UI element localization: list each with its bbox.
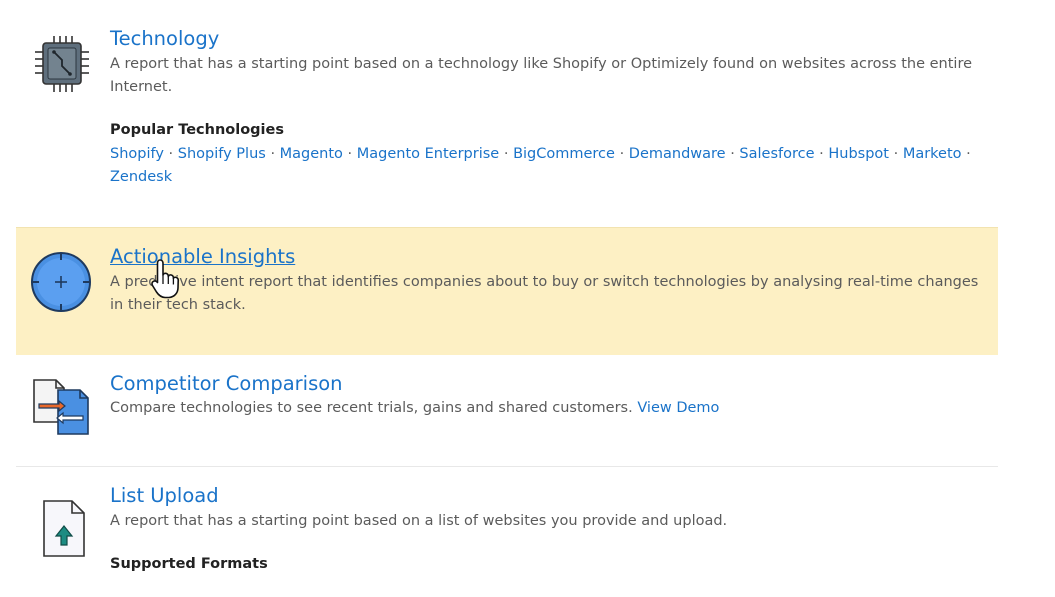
compare-documents-icon — [30, 374, 94, 438]
list-upload-section: List Upload A report that has a starting… — [16, 467, 998, 597]
competitor-comparison-description: Compare technologies to see recent trial… — [110, 397, 990, 420]
tech-link-marketo[interactable]: Marketo — [903, 146, 962, 162]
link-separator: · — [347, 146, 353, 162]
technology-description: A report that has a starting point based… — [110, 56, 973, 95]
tech-link-hubspot[interactable]: Hubspot — [828, 146, 889, 162]
technology-section: Technology A report that has a starting … — [16, 0, 998, 226]
tech-link-salesforce[interactable]: Salesforce — [739, 146, 814, 162]
link-separator: · — [966, 146, 971, 162]
tech-link-magento-enterprise[interactable]: Magento Enterprise — [357, 146, 499, 162]
supported-formats-heading: Supported Formats — [110, 556, 268, 572]
list-upload-title[interactable]: List Upload — [110, 484, 219, 507]
tech-link-shopify-plus[interactable]: Shopify Plus — [178, 146, 266, 162]
link-separator: · — [730, 146, 735, 162]
competitor-comparison-section: Competitor Comparison Compare technologi… — [16, 355, 998, 465]
link-separator: · — [893, 146, 899, 162]
view-demo-link[interactable]: View Demo — [637, 400, 719, 416]
tech-link-demandware[interactable]: Demandware — [629, 146, 726, 162]
tech-link-zendesk[interactable]: Zendesk — [110, 169, 172, 185]
chip-icon — [30, 32, 94, 96]
competitor-comparison-title[interactable]: Competitor Comparison — [110, 372, 343, 395]
link-separator: · — [819, 146, 824, 162]
competitor-description-text: Compare technologies to see recent trial… — [110, 400, 633, 416]
popular-technologies-links: Shopify · Shopify Plus · Magento · Magen… — [110, 143, 990, 189]
target-clock-icon — [30, 249, 94, 313]
popular-technologies-heading: Popular Technologies — [110, 122, 284, 138]
tech-link-shopify[interactable]: Shopify — [110, 146, 164, 162]
hand-pointer-cursor-icon — [150, 258, 184, 300]
tech-link-bigcommerce[interactable]: BigCommerce — [513, 146, 615, 162]
upload-file-icon — [30, 498, 94, 562]
tech-link-magento[interactable]: Magento — [280, 146, 343, 162]
technology-title[interactable]: Technology — [110, 27, 219, 50]
link-separator: · — [619, 146, 625, 162]
link-separator: · — [168, 146, 174, 162]
link-separator: · — [503, 146, 509, 162]
list-upload-description: A report that has a starting point based… — [110, 513, 728, 529]
link-separator: · — [270, 146, 276, 162]
actionable-insights-description: A predictive intent report that identifi… — [110, 274, 979, 313]
actionable-insights-title[interactable]: Actionable Insights — [110, 245, 295, 268]
